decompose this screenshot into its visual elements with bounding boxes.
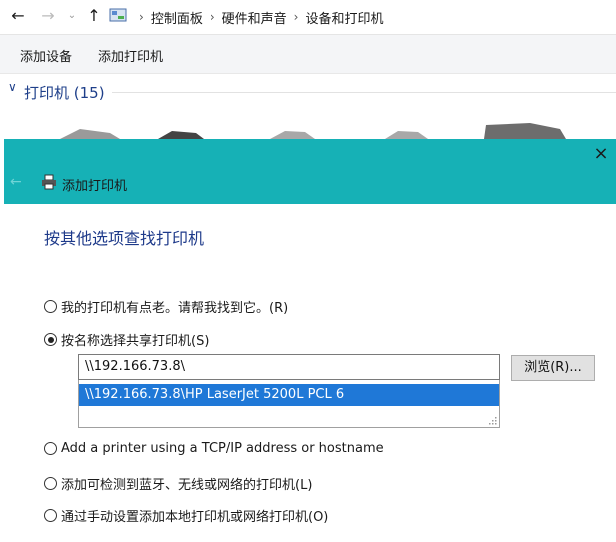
radio-label: 通过手动设置添加本地打印机或网络打印机(O) (61, 510, 329, 525)
autocomplete-dropdown: \\192.166.73.8\HP LaserJet 5200L PCL 6 (78, 380, 500, 428)
divider (112, 92, 616, 93)
radio-button[interactable] (44, 333, 57, 346)
radio-label: Add a printer using a TCP/IP address or … (61, 441, 384, 456)
group-header[interactable]: 打印机 (15) (24, 82, 105, 103)
address-bar: ← → ⌄ ↑ › 控制面板 › 硬件和声音 › 设备和打印机 (0, 0, 616, 35)
chevron-down-icon[interactable]: ∨ (8, 80, 17, 94)
radio-manual-local-network[interactable]: 通过手动设置添加本地打印机或网络打印机(O) (44, 506, 328, 525)
chevron-right-icon: › (209, 10, 215, 24)
breadcrumb-item[interactable]: 控制面板 (151, 8, 203, 27)
close-icon[interactable]: × (590, 143, 612, 165)
up-arrow-icon[interactable]: ↑ (84, 6, 104, 26)
radio-label: 我的打印机有点老。请帮我找到它。(R) (61, 301, 289, 316)
add-printer-button[interactable]: 添加打印机 (98, 46, 163, 65)
radio-button[interactable] (44, 509, 57, 522)
chevron-right-icon: › (139, 10, 144, 24)
chevron-down-icon[interactable]: ⌄ (62, 6, 82, 26)
resize-grip-icon[interactable] (487, 415, 497, 425)
back-arrow-icon[interactable]: ← (10, 174, 22, 190)
printer-icon (41, 174, 57, 194)
breadcrumb: › 控制面板 › 硬件和声音 › 设备和打印机 (132, 0, 383, 34)
breadcrumb-item[interactable]: 硬件和声音 (222, 8, 287, 27)
printer-icon (158, 131, 204, 139)
browse-button[interactable]: 浏览(R)... (511, 355, 595, 381)
dialog-title: 添加打印机 (62, 179, 128, 194)
radio-bluetooth-wireless-network[interactable]: 添加可检测到蓝牙、无线或网络的打印机(L) (44, 474, 312, 493)
printer-icon (484, 123, 566, 139)
autocomplete-item[interactable]: \\192.166.73.8\HP LaserJet 5200L PCL 6 (79, 384, 499, 406)
radio-shared-printer-by-name[interactable]: 按名称选择共享打印机(S) (44, 330, 209, 349)
shared-printer-name-input[interactable]: \\192.166.73.8\ (78, 354, 500, 380)
breadcrumb-item[interactable]: 设备和打印机 (305, 8, 383, 27)
printer-icon (385, 131, 428, 139)
forward-arrow-icon[interactable]: → (38, 6, 58, 26)
control-panel-icon (108, 7, 128, 27)
radio-label: 添加可检测到蓝牙、无线或网络的打印机(L) (61, 478, 313, 493)
radio-label: 按名称选择共享打印机(S) (61, 334, 210, 349)
page-title: 按其他选项查找打印机 (44, 229, 205, 248)
dialog-title-bar: × ← 添加打印机 (4, 139, 616, 204)
radio-button[interactable] (44, 300, 57, 313)
radio-button[interactable] (44, 442, 57, 455)
chevron-right-icon: › (293, 10, 299, 24)
command-bar: 添加设备 添加打印机 (0, 35, 616, 74)
radio-old-printer[interactable]: 我的打印机有点老。请帮我找到它。(R) (44, 297, 288, 316)
printer-icon (270, 131, 315, 139)
back-arrow-icon[interactable]: ← (8, 6, 28, 26)
radio-tcpip-hostname[interactable]: Add a printer using a TCP/IP address or … (44, 441, 384, 456)
add-device-button[interactable]: 添加设备 (20, 46, 72, 65)
radio-button[interactable] (44, 477, 57, 490)
printer-thumbnails (60, 123, 566, 139)
radio-selected-dot (47, 336, 54, 343)
printer-icon (60, 129, 120, 139)
